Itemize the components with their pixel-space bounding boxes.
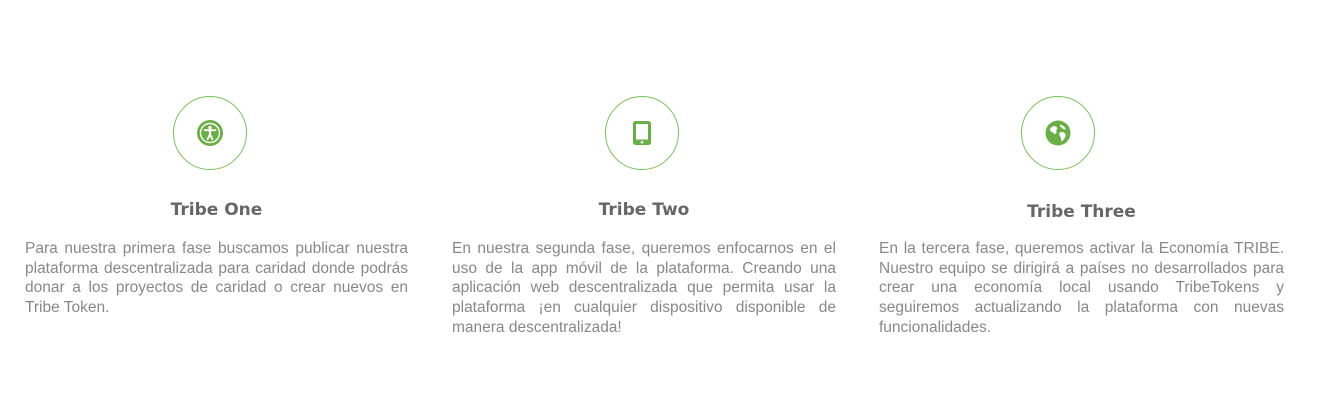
feature-icon-circle — [173, 96, 247, 170]
feature-description: En la tercera fase, queremos activar la … — [879, 240, 1284, 336]
accessibility-icon — [197, 120, 223, 146]
feature-description: En nuestra segunda fase, queremos enfoca… — [452, 240, 836, 336]
feature-icon-circle — [1021, 96, 1095, 170]
feature-title: Tribe Two — [598, 200, 690, 220]
feature-description: Para nuestra primera fase buscamos publi… — [25, 240, 408, 317]
feature-title: Tribe One — [170, 200, 263, 220]
feature-title: Tribe Three — [1027, 202, 1136, 222]
feature-icon-circle — [605, 96, 679, 170]
features-section: Tribe One Para nuestra primera fase busc… — [0, 0, 1320, 414]
globe-icon — [1045, 120, 1071, 146]
tablet-icon — [633, 121, 651, 145]
